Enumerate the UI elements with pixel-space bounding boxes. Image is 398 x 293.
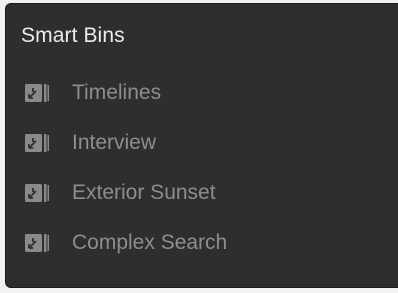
smart-bin-icon (25, 84, 49, 102)
smart-bin-item-exterior-sunset[interactable]: Exterior Sunset (6, 168, 398, 218)
smart-bin-label: Complex Search (72, 231, 228, 254)
smart-bin-icon (25, 184, 49, 202)
smart-bin-item-timelines[interactable]: Timelines (6, 68, 398, 118)
smart-bin-label: Exterior Sunset (72, 181, 216, 204)
smart-bin-list: Timelines Interview Exterior Sunset Comp… (6, 68, 398, 268)
smart-bin-label: Timelines (72, 81, 162, 104)
smart-bin-label: Interview (72, 131, 157, 154)
smart-bin-item-interview[interactable]: Interview (6, 118, 398, 168)
smart-bin-icon (25, 234, 49, 252)
panel-title: Smart Bins (21, 24, 125, 47)
smart-bin-icon (25, 134, 49, 152)
smart-bin-item-complex-search[interactable]: Complex Search (6, 218, 398, 268)
smart-bins-panel: Smart Bins Timelines Interview Exterior … (5, 3, 398, 288)
